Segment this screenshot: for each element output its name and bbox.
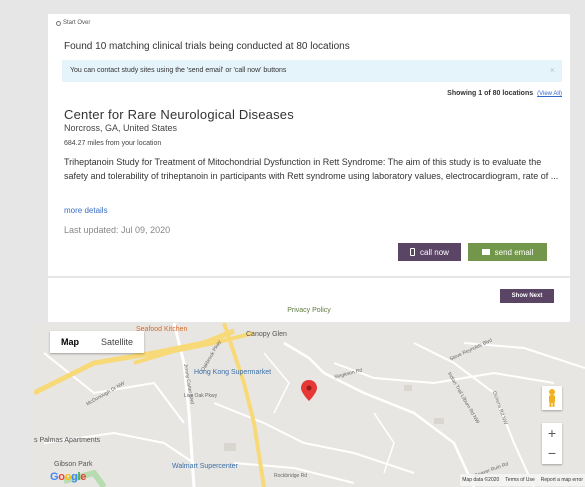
map-type-map-button[interactable]: Map (50, 331, 90, 353)
google-logo: Google (50, 471, 87, 483)
report-map-error-link[interactable]: Report a map error (541, 477, 583, 483)
map-type-satellite-button[interactable]: Satellite (90, 331, 144, 353)
phone-icon (410, 248, 416, 256)
call-now-label: call now (420, 247, 449, 257)
card-footer: Privacy Policy (48, 278, 570, 322)
terms-of-use-link[interactable]: Terms of Use (505, 477, 534, 483)
view-all-link[interactable]: (View All) (537, 91, 562, 97)
site-distance: 684.27 miles from your location (64, 140, 162, 147)
zoom-out-button[interactable]: − (542, 443, 562, 463)
zoom-control: + − (542, 423, 562, 464)
site-name: Center for Rare Neurological Diseases (64, 107, 294, 122)
show-next-button[interactable]: Show Next (500, 289, 554, 303)
send-email-button[interactable]: send email (468, 243, 547, 261)
road-live-oak: Live Oak Pkwy (184, 393, 218, 399)
poi-canopy-glen[interactable]: Canopy Glen (246, 331, 287, 338)
start-over-label: Start Over (63, 20, 91, 26)
street-view-pegman-icon[interactable] (542, 386, 562, 410)
results-summary: Found 10 matching clinical trials being … (64, 41, 350, 52)
road-rockbridge: Rockbridge Rd (274, 473, 308, 479)
site-location: Norcross, GA, United States (64, 123, 178, 133)
poi-gibson-park[interactable]: Gibson Park (54, 461, 93, 468)
call-now-button[interactable]: call now (398, 243, 461, 261)
zoom-in-button[interactable]: + (542, 423, 562, 443)
map-attribution: Map data ©2020 Terms of Use Report a map… (460, 474, 585, 486)
contact-info-banner: You can contact study sites using the 's… (62, 60, 562, 82)
last-updated: Last updated: Jul 09, 2020 (64, 225, 171, 235)
more-details-link[interactable]: more details (64, 206, 108, 215)
poi-walmart[interactable]: Walmart Supercenter (172, 463, 238, 470)
close-icon[interactable]: × (550, 65, 555, 75)
start-over-link[interactable]: Start Over (56, 20, 90, 26)
location-card: Start Over Found 10 matching clinical tr… (48, 14, 570, 276)
contact-info-text: You can contact study sites using the 's… (70, 67, 287, 74)
send-email-label: send email (494, 247, 534, 257)
showing-text: Showing 1 of 80 locations (447, 90, 534, 97)
location-counter: Showing 1 of 80 locations (View All) (447, 90, 562, 97)
trial-locator-widget: Start Over Found 10 matching clinical tr… (34, 0, 585, 487)
trial-description: Triheptanoin Study for Treatment of Mito… (64, 157, 559, 181)
map-type-control: Map Satellite (50, 331, 145, 353)
envelope-icon (481, 249, 490, 255)
map-data-text: Map data ©2020 (462, 477, 500, 483)
privacy-policy-link[interactable]: Privacy Policy (48, 307, 570, 314)
restart-icon (56, 20, 61, 26)
pegman-icon (549, 389, 555, 407)
poi-palmas-apartments[interactable]: s Palmas Apartments (34, 437, 100, 444)
map-view[interactable]: Seafood Kitchen Canopy Glen Hong Kong Su… (34, 323, 585, 487)
